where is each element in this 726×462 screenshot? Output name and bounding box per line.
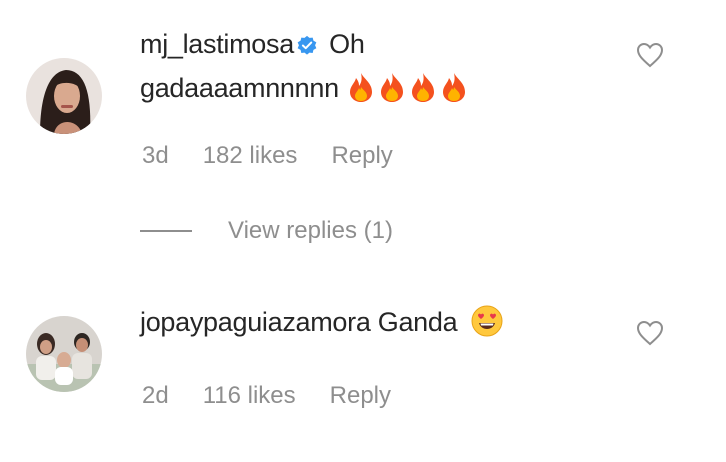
- comment-message: Ganda: [377, 307, 458, 337]
- comment-text: jopaypaguiazamora Ganda: [140, 302, 636, 348]
- comment-username[interactable]: jopaypaguiazamora: [140, 307, 371, 337]
- comment-meta: 3d 182 likes Reply: [142, 142, 427, 170]
- fire-emoji-icon: [377, 71, 407, 114]
- comment-timestamp[interactable]: 2d: [142, 382, 169, 409]
- avatar[interactable]: [26, 58, 102, 134]
- verified-badge-icon: [296, 28, 318, 68]
- comment-username[interactable]: mj_lastimosa: [140, 29, 294, 59]
- comment-text: mj_lastimosa Oh gadaaaamnnnnn: [140, 24, 636, 114]
- comment-item: jopaypaguiazamora Ganda 2d 116 likes Reply: [0, 290, 726, 450]
- fire-emoji-icon: [439, 71, 469, 114]
- reply-button[interactable]: Reply: [330, 382, 391, 409]
- comment-message: Oh: [329, 29, 365, 59]
- heart-eyes-emoji-icon: [471, 305, 503, 348]
- view-replies-label: View replies (1): [228, 217, 393, 244]
- comment-item: mj_lastimosa Oh gadaaaamnnnnn 3d 182 like…: [0, 0, 726, 200]
- view-replies-divider: [140, 230, 192, 232]
- reply-button[interactable]: Reply: [331, 142, 392, 169]
- comment-likes[interactable]: 182 likes: [203, 142, 298, 169]
- comment-message-continued: gadaaaamnnnnn: [140, 73, 339, 103]
- heart-icon[interactable]: [636, 42, 664, 73]
- fire-emoji-icon: [346, 71, 376, 114]
- fire-emoji-icon: [408, 71, 438, 114]
- comment-likes[interactable]: 116 likes: [203, 382, 296, 409]
- heart-icon[interactable]: [636, 320, 664, 351]
- view-replies-button[interactable]: View replies (1): [140, 214, 393, 248]
- comment-timestamp[interactable]: 3d: [142, 142, 169, 169]
- avatar[interactable]: [26, 316, 102, 392]
- comment-meta: 2d 116 likes Reply: [142, 382, 425, 410]
